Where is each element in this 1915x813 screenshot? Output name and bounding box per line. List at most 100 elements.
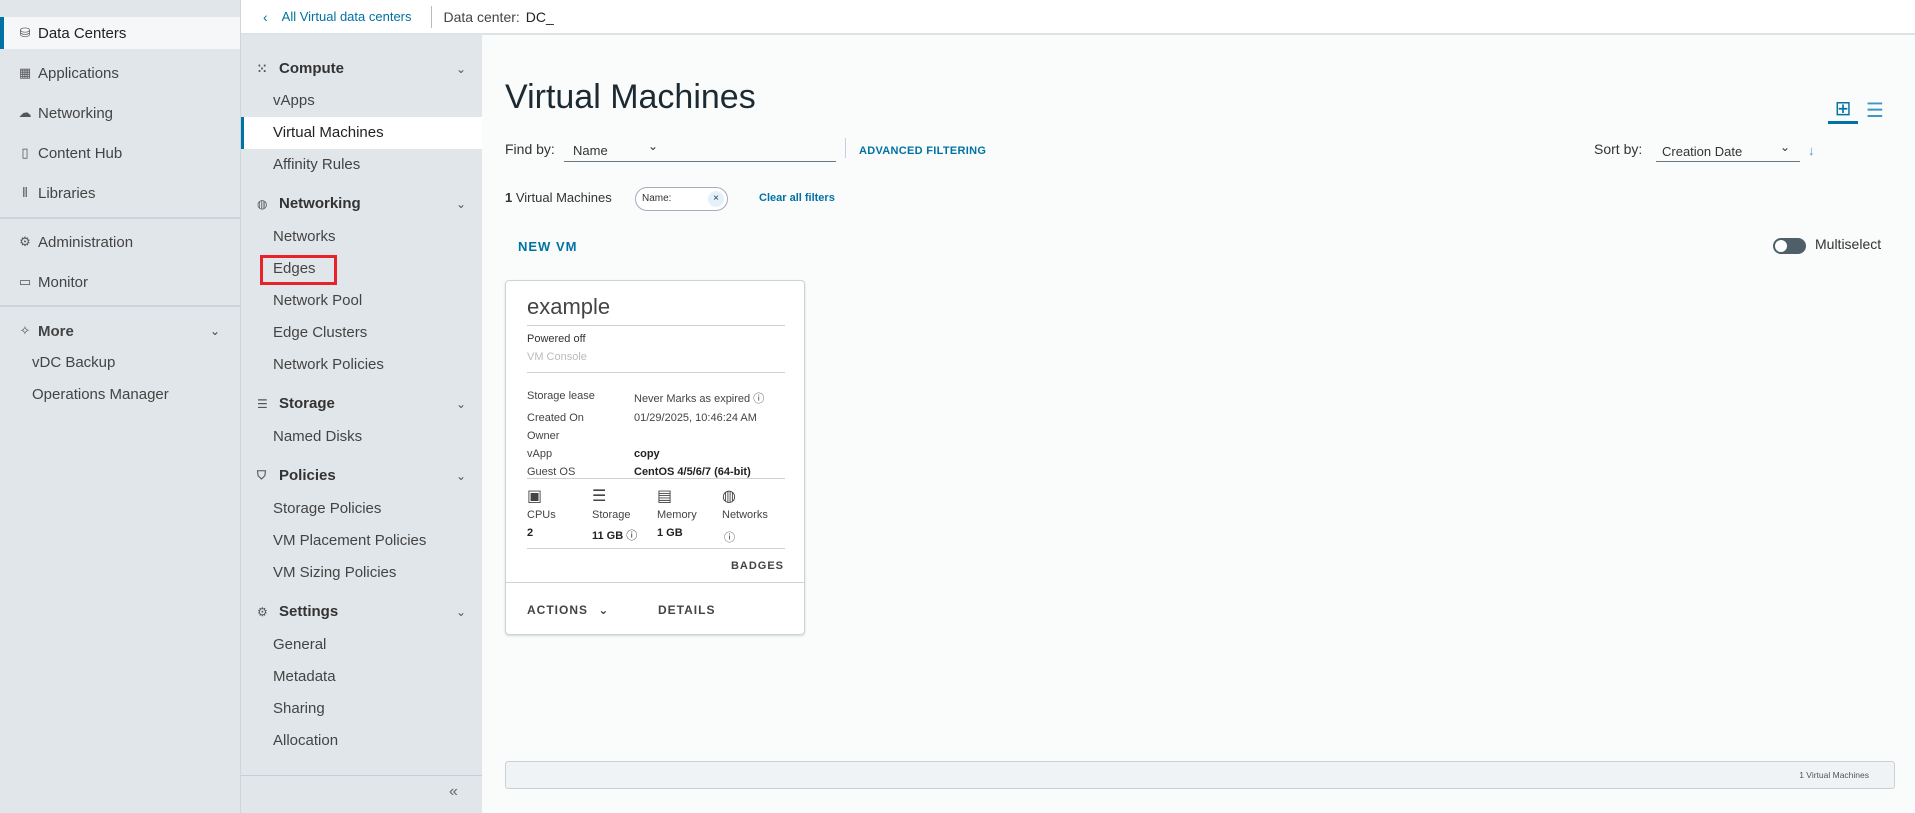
chevron-down-icon: ⌄ (455, 604, 466, 619)
subnav-vm-sizing-policies[interactable]: VM Sizing Policies (273, 563, 396, 583)
nav-monitor[interactable]: ▭ Monitor (0, 266, 240, 298)
divider (527, 372, 785, 373)
subnav-network-pool[interactable]: Network Pool (273, 291, 362, 311)
nav-networking[interactable]: ☁ Networking (0, 97, 240, 129)
find-by-field: Name ⌄ (564, 136, 836, 162)
nav-more[interactable]: ✧ More ⌄ (0, 315, 240, 347)
info-icon[interactable]: ⓘ (724, 532, 735, 544)
card-view-button[interactable]: ⊞ (1828, 99, 1858, 124)
toggle-knob (1775, 240, 1787, 252)
clear-all-filters-link[interactable]: Clear all filters (759, 192, 835, 204)
subnav-edge-clusters[interactable]: Edge Clusters (273, 323, 367, 343)
subnav-vm-placement-policies[interactable]: VM Placement Policies (273, 531, 426, 551)
divider (527, 548, 785, 549)
section-compute[interactable]: ⁙ Compute ⌄ (257, 60, 472, 77)
globe-icon: ◍ (257, 196, 268, 211)
subnav-affinity-rules[interactable]: Affinity Rules (273, 155, 360, 175)
sort-by-select[interactable]: Creation Date ⌄ (1656, 138, 1800, 162)
divider (241, 775, 482, 776)
cloud-icon: ☁ (18, 105, 32, 120)
vm-count-label: Virtual Machines (515, 190, 612, 205)
section-networking[interactable]: ◍ Networking ⌄ (257, 195, 472, 212)
close-icon: × (713, 193, 719, 204)
actions-label: ACTIONS (527, 603, 588, 617)
monitor-icon: ▭ (18, 274, 32, 289)
prop-value: 01/29/2025, 10:46:24 AM (634, 412, 757, 424)
dc-label: Data center: (443, 8, 520, 25)
subnav-allocation[interactable]: Allocation (273, 731, 338, 751)
section-policies[interactable]: ⛉ Policies ⌄ (257, 467, 472, 484)
database-icon: ☰ (592, 488, 607, 505)
globe-icon: ◍ (722, 488, 736, 505)
find-by-label: Find by: (505, 141, 555, 157)
divider (0, 217, 240, 219)
section-storage[interactable]: ☰ Storage ⌄ (257, 395, 472, 412)
remove-filter-button[interactable]: × (708, 191, 724, 207)
vm-name[interactable]: example (527, 294, 610, 320)
vm-count-number: 1 (505, 190, 513, 205)
section-settings[interactable]: ⚙ Settings ⌄ (257, 603, 472, 620)
subnav-metadata[interactable]: Metadata (273, 667, 336, 687)
stat-label: Networks (722, 509, 768, 521)
nav-data-centers[interactable]: ⛁ Data Centers (0, 17, 240, 49)
puzzle-icon: ✧ (19, 323, 31, 338)
divider (527, 478, 785, 479)
find-input[interactable] (674, 138, 832, 160)
subnav-vapps[interactable]: vApps (273, 91, 315, 111)
info-icon[interactable]: ⓘ (626, 530, 637, 542)
subnav-storage-policies[interactable]: Storage Policies (273, 499, 381, 519)
vm-card: example Powered off VM Console Storage l… (505, 280, 805, 635)
chevron-down-icon: ⌄ (1779, 140, 1790, 154)
details-button[interactable]: DETAILS (658, 603, 715, 617)
filter-chip-label: Name: (642, 193, 672, 204)
subnav-network-policies[interactable]: Network Policies (273, 355, 384, 375)
stat-value: ⓘ (724, 529, 735, 545)
shield-icon: ⛉ (257, 468, 267, 482)
stat-label: Memory (657, 509, 697, 521)
info-icon[interactable]: ⓘ (753, 393, 764, 405)
new-vm-button[interactable]: NEW VM (518, 239, 577, 254)
nav-content-hub[interactable]: ▯ Content Hub (0, 137, 240, 169)
gear-icon: ⚙ (19, 234, 31, 249)
chevron-down-icon: ⌄ (209, 324, 220, 338)
top-bar: ‹ All Virtual data centers Data center: … (241, 0, 1915, 35)
chevron-down-icon: ⌄ (455, 468, 466, 483)
chevron-left-icon: ‹ (263, 8, 268, 25)
storage-lease-value: Never Marks as expired (634, 393, 751, 405)
stat-value: 11 GB ⓘ (592, 527, 637, 543)
subnav-edges[interactable]: Edges (273, 259, 316, 279)
sort-by-value: Creation Date (1662, 144, 1743, 159)
arrow-down-icon: ↓ (1808, 143, 1815, 158)
subnav-virtual-machines[interactable]: Virtual Machines (273, 123, 384, 143)
divider (506, 582, 804, 583)
back-link[interactable]: All Virtual data centers (282, 9, 412, 24)
prop-label: vApp (527, 448, 553, 460)
stat-label: Storage (592, 509, 631, 521)
nav-vdc-backup[interactable]: vDC Backup (32, 354, 115, 371)
list-view-button[interactable]: ☰ (1866, 98, 1884, 123)
prop-value: copy (634, 448, 660, 460)
sort-direction-button[interactable]: ↓ (1808, 143, 1815, 158)
chevron-down-icon: ⌄ (455, 61, 466, 76)
badges-button[interactable]: BADGES (731, 560, 784, 572)
subnav-general[interactable]: General (273, 635, 326, 655)
subnav-named-disks[interactable]: Named Disks (273, 427, 362, 447)
prop-label: Created On (527, 412, 584, 424)
advanced-filtering-link[interactable]: ADVANCED FILTERING (859, 145, 986, 157)
subnav-sharing[interactable]: Sharing (273, 699, 325, 719)
actions-button[interactable]: ACTIONS ⌄ (527, 603, 609, 617)
filter-chip: Name: × (635, 187, 728, 211)
nav-administration[interactable]: ⚙ Administration (0, 226, 240, 258)
nav-operations-manager[interactable]: Operations Manager (32, 386, 169, 403)
divider (527, 325, 785, 326)
libraries-icon: ⫴ (22, 185, 28, 200)
vm-status: Powered off (527, 333, 586, 345)
nav-applications[interactable]: ▦ Applications (0, 57, 240, 89)
subnav-networks[interactable]: Networks (273, 227, 336, 247)
divider (430, 5, 432, 28)
nav-libraries[interactable]: ⫴ Libraries (0, 177, 240, 209)
find-by-select[interactable]: Name (573, 143, 608, 158)
prop-label: Owner (527, 430, 560, 442)
multiselect-toggle[interactable] (1773, 238, 1806, 254)
collapse-sidebar-button[interactable]: « (449, 783, 458, 801)
